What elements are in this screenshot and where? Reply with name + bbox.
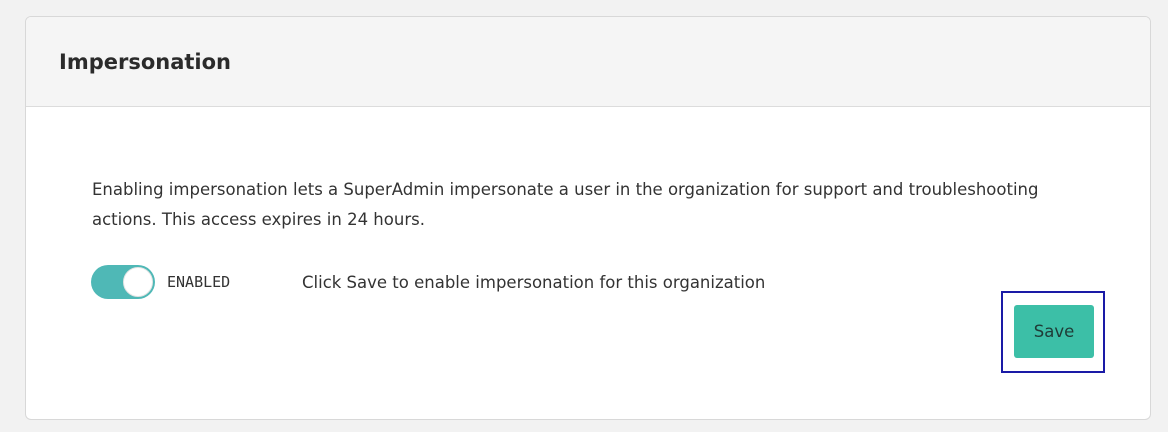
toggle-knob bbox=[123, 267, 153, 297]
card-header: Impersonation bbox=[26, 17, 1150, 107]
save-hint: Click Save to enable impersonation for t… bbox=[302, 273, 766, 292]
impersonation-toggle[interactable] bbox=[91, 265, 155, 299]
card-title: Impersonation bbox=[59, 49, 231, 74]
save-button[interactable]: Save bbox=[1014, 305, 1094, 358]
impersonation-description: Enabling impersonation lets a SuperAdmin… bbox=[92, 180, 1039, 229]
impersonation-toggle-row: ENABLED bbox=[91, 265, 230, 299]
toggle-state-label: ENABLED bbox=[167, 273, 231, 291]
impersonation-card: Impersonation Enabling impersonation let… bbox=[25, 16, 1151, 420]
